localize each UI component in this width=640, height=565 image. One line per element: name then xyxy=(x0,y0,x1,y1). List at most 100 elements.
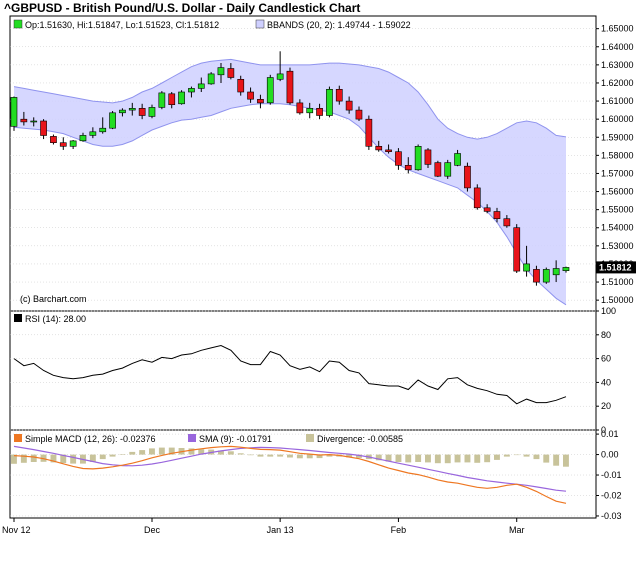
macd-tick-label: -0.02 xyxy=(601,490,622,500)
divergence-bar xyxy=(395,454,402,462)
divergence-bar xyxy=(257,454,264,457)
price-tick-label: 1.60000 xyxy=(601,114,634,124)
candle-body xyxy=(286,70,294,104)
candle-body xyxy=(464,165,471,189)
candle-body xyxy=(355,109,363,120)
candle-body xyxy=(138,108,146,116)
macd-tick-label: -0.03 xyxy=(601,511,622,521)
candle-body xyxy=(335,89,343,102)
candle xyxy=(473,184,481,210)
price-tick-label: 1.63000 xyxy=(601,60,634,70)
candle-body xyxy=(483,207,491,212)
candle-body xyxy=(542,269,550,283)
divergence-bar xyxy=(523,454,530,457)
candle xyxy=(365,115,373,150)
candle-body xyxy=(227,68,235,78)
candle-body xyxy=(562,267,570,271)
candle-body xyxy=(10,97,18,127)
divergence-bar xyxy=(503,454,510,457)
sma-legend-swatch xyxy=(188,434,196,442)
candle xyxy=(10,96,18,131)
candle-body xyxy=(345,100,353,111)
candle-body xyxy=(207,73,215,85)
candle-body xyxy=(523,263,530,272)
rsi-tick-label: 20 xyxy=(601,401,611,411)
candle-body xyxy=(454,153,461,166)
divergence-bar xyxy=(109,454,116,457)
divergence-bar xyxy=(30,454,37,462)
candle-body xyxy=(217,67,225,76)
ohlc-legend-swatch xyxy=(13,19,23,29)
candle-body xyxy=(148,107,156,117)
candle-body xyxy=(473,187,481,209)
x-tick-label: Jan 13 xyxy=(267,525,294,535)
divergence-bar xyxy=(464,454,471,463)
price-tick-label: 1.64000 xyxy=(601,42,634,52)
candle-body xyxy=(395,151,402,166)
chart-title: ^GBPUSD - British Pound/U.S. Dollar - Da… xyxy=(4,1,360,15)
divergence-legend-swatch xyxy=(306,434,314,442)
credit-text: (c) Barchart.com xyxy=(20,294,87,304)
divergence-bar xyxy=(119,454,126,455)
chart-svg: ^GBPUSD - British Pound/U.S. Dollar - Da… xyxy=(2,1,636,535)
rsi-tick-label: 60 xyxy=(601,354,611,364)
candle-body xyxy=(89,131,97,136)
divergence-bar xyxy=(494,454,500,460)
ohlc-legend-text: Op:1.51630, Hi:1.51847, Lo:1.51523, Cl:1… xyxy=(25,20,219,30)
price-tick-label: 1.62000 xyxy=(601,78,634,88)
rsi-axis: 020406080100 xyxy=(596,306,616,435)
candle xyxy=(444,159,452,179)
divergence-bar xyxy=(513,454,520,456)
divergence-bar xyxy=(237,453,244,455)
candle-body xyxy=(40,120,47,136)
price-tick-label: 1.54000 xyxy=(601,223,634,233)
candle-body xyxy=(247,91,254,100)
candle xyxy=(158,91,166,110)
candle-body xyxy=(168,93,176,106)
divergence-bar xyxy=(296,454,303,459)
price-tick-label: 1.57000 xyxy=(601,168,634,178)
macd-axis: -0.03 -0.02 -0.01 0.00 0.01 xyxy=(596,429,622,521)
price-tick-label: 1.56000 xyxy=(601,187,634,197)
price-tick-label: 1.61000 xyxy=(601,96,634,106)
x-tick-label: Mar xyxy=(509,525,525,535)
candle-body xyxy=(109,112,116,129)
candle-body xyxy=(552,268,560,276)
x-tick-label: Dec xyxy=(144,525,161,535)
candle xyxy=(326,86,333,118)
divergence-bar xyxy=(553,454,560,466)
divergence-bar xyxy=(139,450,146,455)
divergence-bar xyxy=(227,451,234,455)
rsi-tick-label: 40 xyxy=(601,377,611,387)
candle-body xyxy=(266,77,274,104)
divergence-bar xyxy=(533,454,540,460)
candle-body xyxy=(434,162,442,177)
candle-body xyxy=(99,127,107,133)
candle-body xyxy=(365,118,373,147)
bbands-legend-text: BBANDS (20, 2): 1.49744 - 1.59022 xyxy=(267,20,411,30)
candle xyxy=(464,162,471,192)
macd-tick-label: 0.00 xyxy=(601,450,619,460)
candle xyxy=(414,144,422,171)
candle xyxy=(286,67,294,105)
candle-body xyxy=(197,83,205,89)
divergence-bar xyxy=(70,454,77,464)
candle-body xyxy=(444,162,452,177)
x-tick-label: Feb xyxy=(391,525,407,535)
candle-body xyxy=(414,146,422,171)
divergence-bar xyxy=(434,454,441,464)
candle-body xyxy=(158,92,166,108)
candle xyxy=(109,111,116,130)
candle-body xyxy=(59,142,67,147)
candle xyxy=(542,267,550,284)
price-tick-label: 1.65000 xyxy=(601,24,634,34)
candle-body xyxy=(128,108,136,111)
rsi-panel xyxy=(9,310,597,431)
candle-body xyxy=(50,136,57,143)
divergence-bar xyxy=(444,454,451,464)
candle-body xyxy=(119,109,126,114)
candle-body xyxy=(178,91,185,105)
candle xyxy=(178,90,185,105)
candle-body xyxy=(306,108,314,114)
last-price-label: 1.51812 xyxy=(599,262,632,272)
